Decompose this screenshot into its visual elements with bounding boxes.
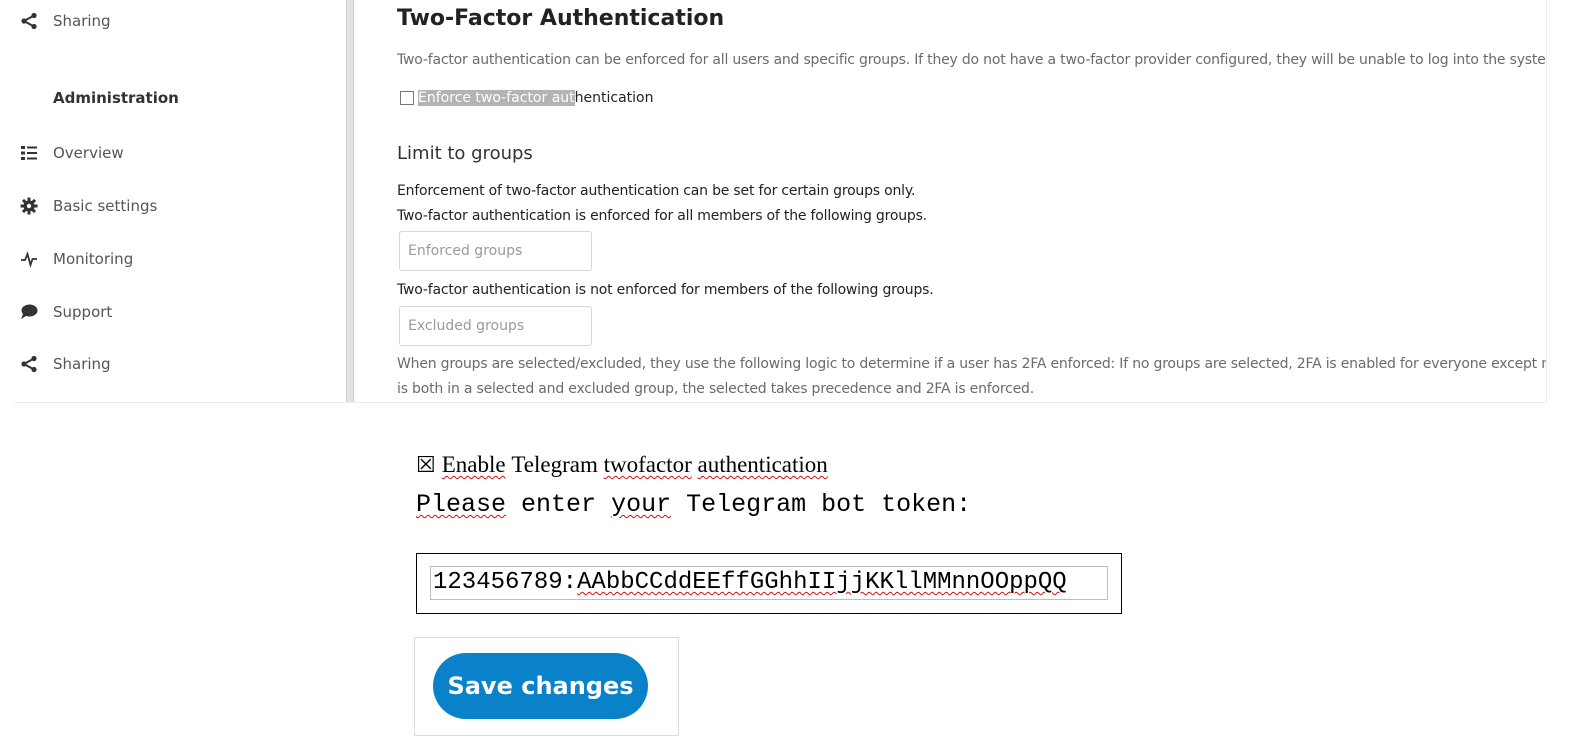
telegram-enable-word: authentication	[697, 452, 828, 477]
sidebar-heading-administration: Administration	[53, 89, 179, 107]
telegram-enable-word: Enable	[441, 452, 506, 477]
excluded-groups-description: Two-factor authentication is not enforce…	[397, 282, 934, 298]
sidebar-item-label: Monitoring	[53, 250, 134, 268]
save-changes-button[interactable]: Save changes	[433, 653, 648, 719]
gear-icon	[16, 196, 42, 216]
limit-groups-description: Enforcement of two-factor authentication…	[397, 183, 916, 199]
prompt-word: your	[611, 490, 672, 519]
sidebar-item-sharing-top[interactable]: Sharing	[14, 6, 111, 36]
section-title: Two-Factor Authentication	[397, 6, 725, 31]
group-logic-note-line1: When groups are selected/excluded, they …	[397, 356, 1547, 372]
sidebar-item-sharing[interactable]: Sharing	[14, 349, 111, 379]
share-icon	[16, 11, 42, 31]
telegram-token-input[interactable]: 123456789:AAbbCCddEEffGGhhIIjjKKllMMnnOO…	[430, 566, 1108, 600]
share-icon	[16, 354, 42, 374]
sidebar-item-overview[interactable]: Overview	[14, 138, 124, 168]
telegram-enable-word: Telegram	[511, 452, 598, 477]
save-button-frame: Save changes	[414, 637, 679, 736]
section-description: Two-factor authentication can be enforce…	[397, 52, 1547, 68]
limit-groups-title: Limit to groups	[397, 143, 533, 164]
sidebar-item-basic-settings[interactable]: Basic settings	[14, 191, 157, 221]
sidebar-item-label: Support	[53, 303, 113, 321]
enforce-2fa-row[interactable]: Enforce two-factor aut hentication	[400, 90, 654, 106]
sidebar-item-label: Overview	[53, 144, 124, 162]
excluded-groups-input[interactable]: Excluded groups	[399, 306, 592, 346]
telegram-token-prompt: Please enter your Telegram bot token:	[416, 490, 971, 519]
settings-sidebar: Sharing Administration Overview Basic se…	[14, 0, 345, 402]
group-logic-note-line2: is both in a selected and excluded group…	[397, 381, 1034, 397]
chat-bubble-icon	[16, 302, 42, 322]
telegram-token-frame: 123456789:AAbbCCddEEffGGhhIIjjKKllMMnnOO…	[416, 553, 1122, 614]
sidebar-item-label: Basic settings	[53, 197, 158, 215]
token-prefix: 123456789:	[433, 569, 578, 596]
enforced-groups-description: Two-factor authentication is enforced fo…	[397, 208, 927, 224]
list-icon	[16, 143, 42, 163]
enforce-2fa-label-rest: hentication	[574, 90, 654, 106]
telegram-enable-row[interactable]: ☒ Enable Telegram twofactor authenticati…	[416, 452, 828, 478]
prompt-word: Telegram bot token:	[686, 490, 972, 519]
telegram-enable-word: twofactor	[603, 452, 692, 477]
checked-box-icon[interactable]: ☒	[416, 452, 436, 478]
pulse-icon	[16, 249, 42, 269]
settings-screenshot-panel: Sharing Administration Overview Basic se…	[14, 0, 1547, 403]
enforce-2fa-label-selected: Enforce two-factor aut	[418, 90, 575, 106]
enforce-2fa-checkbox[interactable]	[400, 91, 414, 105]
prompt-word: enter	[521, 490, 597, 519]
twofa-section: Two-Factor Authentication Two-factor aut…	[397, 0, 1547, 402]
sidebar-item-support[interactable]: Support	[14, 297, 112, 327]
sidebar-item-label: Sharing	[53, 355, 111, 373]
sidebar-item-monitoring[interactable]: Monitoring	[14, 244, 133, 274]
sidebar-divider	[346, 0, 354, 402]
sidebar-item-label: Sharing	[53, 12, 111, 30]
token-rest: AAbbCCddEEffGGhhIIjjKKllMMnnOOppQQ	[577, 569, 1067, 596]
enforced-groups-input[interactable]: Enforced groups	[399, 231, 592, 271]
prompt-word: Please	[416, 490, 507, 519]
